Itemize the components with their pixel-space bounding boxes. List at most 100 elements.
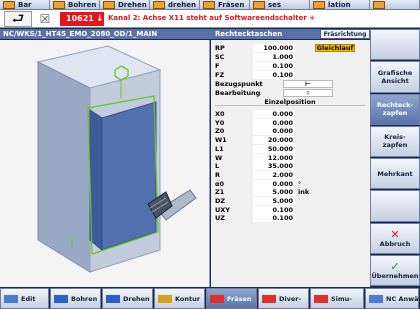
machine-icon: ☒ <box>39 12 51 26</box>
top-button-fraesen[interactable]: Fräsen <box>200 0 250 9</box>
form-row: UXY 0.100 <box>211 205 370 214</box>
param-value-field[interactable]: 0.100 <box>253 205 295 214</box>
param-unit: ink <box>298 188 310 197</box>
param-value-field[interactable]: 0.100 <box>253 214 295 223</box>
einzelposition-selector[interactable]: Einzelposition <box>215 98 365 106</box>
bottom-softkey-nc-anwähl[interactable]: NC Anwähl <box>365 288 419 309</box>
bottom-softkey-label: Simu- <box>331 295 353 303</box>
mode-label[interactable]: Fräsrichtung <box>320 29 370 39</box>
top-button-bar[interactable]: Bar <box>0 0 50 9</box>
param-label: L1 <box>215 144 224 153</box>
param-label: DZ <box>215 197 226 205</box>
cycle-icon <box>158 295 172 303</box>
softkey-grafische[interactable]: Grafische Ansicht <box>370 61 420 93</box>
bottom-softkey-label: Kontur <box>175 295 200 303</box>
top-button-drehen-2[interactable]: drehen <box>150 0 200 9</box>
softkey-rechteck[interactable]: Rechteck-zapfen <box>370 93 420 125</box>
alarm-number-badge[interactable]: 10621 ↓ <box>60 12 104 26</box>
softkey-label: Grafische <box>377 68 413 77</box>
top-button-lation[interactable]: lation <box>310 0 370 9</box>
param-value-field[interactable]: 100.000 <box>253 44 295 52</box>
cycle-icon <box>314 295 328 303</box>
param-label: W <box>215 153 223 162</box>
form-row: α0 0.000 ° <box>211 179 370 188</box>
bottom-softkey-fräsen[interactable]: Fräsen <box>206 288 257 309</box>
bottom-softkey-simu[interactable]: Simu- <box>310 288 364 309</box>
param-value-field[interactable]: 5.000 <box>253 197 295 205</box>
param-value-field[interactable]: 20.000 <box>253 136 295 145</box>
top-button-bohren[interactable]: Bohren <box>50 0 100 9</box>
bottom-softkey-label: Drehen <box>123 295 150 303</box>
form-row: Z0 0.000 <box>211 127 370 136</box>
bottom-softkey-edit[interactable]: Edit <box>0 288 49 309</box>
param-value-field[interactable]: 12.000 <box>253 153 295 162</box>
top-button-ses[interactable]: ses <box>250 0 310 9</box>
param-value-field[interactable]: 35.000 <box>253 162 295 171</box>
param-label: UXY <box>215 205 230 214</box>
bottom-softkey-label: Bohren <box>71 295 98 303</box>
softkey-label: zapfen <box>382 109 408 118</box>
param-value-field[interactable]: 0.100 <box>253 71 295 79</box>
param-label: Y0 <box>215 118 225 127</box>
back-arrow-icon[interactable]: ⮐ <box>4 11 32 27</box>
softkey-label: Übernehmen <box>371 271 419 280</box>
softkey-label: zapfen <box>382 141 408 150</box>
softkey-column: Grafische Ansicht Rechteck-zapfen Kreis-zap… <box>370 29 420 287</box>
bottom-softkey-diver[interactable]: Diver- <box>258 288 309 309</box>
param-value-field[interactable]: 1.000 <box>253 53 295 61</box>
param-label: FZ <box>215 71 225 79</box>
bottom-softkey-label: Diver- <box>279 295 302 303</box>
form-row: DZ 5.000 <box>211 197 370 205</box>
param-label: Z0 <box>215 127 225 136</box>
tool-icon <box>313 1 325 9</box>
softkey-mehrkant[interactable]: Mehrkant <box>370 158 420 190</box>
bezugspunkt-selector[interactable]: ⊢ <box>283 80 333 88</box>
param-value-field[interactable]: 0.000 <box>253 179 295 188</box>
form-row: F 0.100 <box>211 62 370 70</box>
softkey-label: Kreis- <box>384 133 406 142</box>
param-label: X0 <box>215 110 225 118</box>
softkey-kreis[interactable]: Kreis-zapfen <box>370 125 420 157</box>
param-label: α0 <box>215 179 224 188</box>
param-label: SC <box>215 53 225 61</box>
alarm-arrow-icon: ↓ <box>95 14 104 24</box>
bearbeitung-label: Bearbeitung <box>215 89 261 97</box>
param-value-field[interactable]: 0.000 <box>253 118 295 127</box>
softkey-label: Rechteck- <box>376 101 414 110</box>
param-label: F <box>215 62 220 70</box>
bottom-softkey-bohren[interactable]: Bohren <box>50 288 101 309</box>
softkey-label: Abbruch <box>379 239 411 248</box>
form-row: SC 1.000 <box>211 53 370 61</box>
cycle-icon <box>4 295 18 303</box>
form-row: W1 20.000 <box>211 136 370 145</box>
bottom-softkey-kontur[interactable]: Kontur <box>154 288 205 309</box>
param-label: Z1 <box>215 188 225 197</box>
top-button-extra[interactable] <box>370 0 420 9</box>
workpiece-illustration <box>36 45 197 273</box>
cycle-icon <box>369 295 383 303</box>
bottom-softkey-drehen[interactable]: Drehen <box>102 288 153 309</box>
softkey-übernehmen[interactable]: ✓ Übernehmen <box>370 254 420 286</box>
param-value-field[interactable]: 5.000 <box>253 188 295 197</box>
bearbeitung-selector[interactable]: ▿ <box>283 89 333 97</box>
tool-icon <box>3 1 15 9</box>
softkey-abbruch[interactable]: ✕ Abbruch <box>370 222 420 254</box>
form-row: R 2.000 <box>211 170 370 179</box>
tool-icon <box>53 1 65 9</box>
tool-icon <box>153 1 165 9</box>
param-value-field[interactable]: 2.000 <box>253 170 295 179</box>
softkey-empty-0[interactable] <box>370 29 420 61</box>
form-row: L1 50.000 <box>211 144 370 153</box>
softkey-empty-5[interactable] <box>370 190 420 222</box>
cycle-icon <box>262 295 276 303</box>
param-value-field[interactable]: 0.000 <box>253 127 295 136</box>
param-value-field[interactable]: 0.100 <box>253 62 295 70</box>
param-value-field[interactable]: 0.000 <box>253 110 295 118</box>
param-value-field[interactable]: 50.000 <box>253 144 295 153</box>
bottom-softkey-bar: Edit Bohren Drehen Kontur Fräsen Diver- Simu- N… <box>0 287 420 309</box>
cycle-icon <box>54 295 68 303</box>
top-button-drehen[interactable]: Drehen <box>100 0 150 9</box>
direction-selector[interactable]: Gleichlauf <box>315 44 355 52</box>
block-left-face <box>37 61 91 273</box>
parameter-form: RP 100.000 Gleichlauf SC 1.000 F 0.100 FZ 0.100 B… <box>211 40 370 287</box>
